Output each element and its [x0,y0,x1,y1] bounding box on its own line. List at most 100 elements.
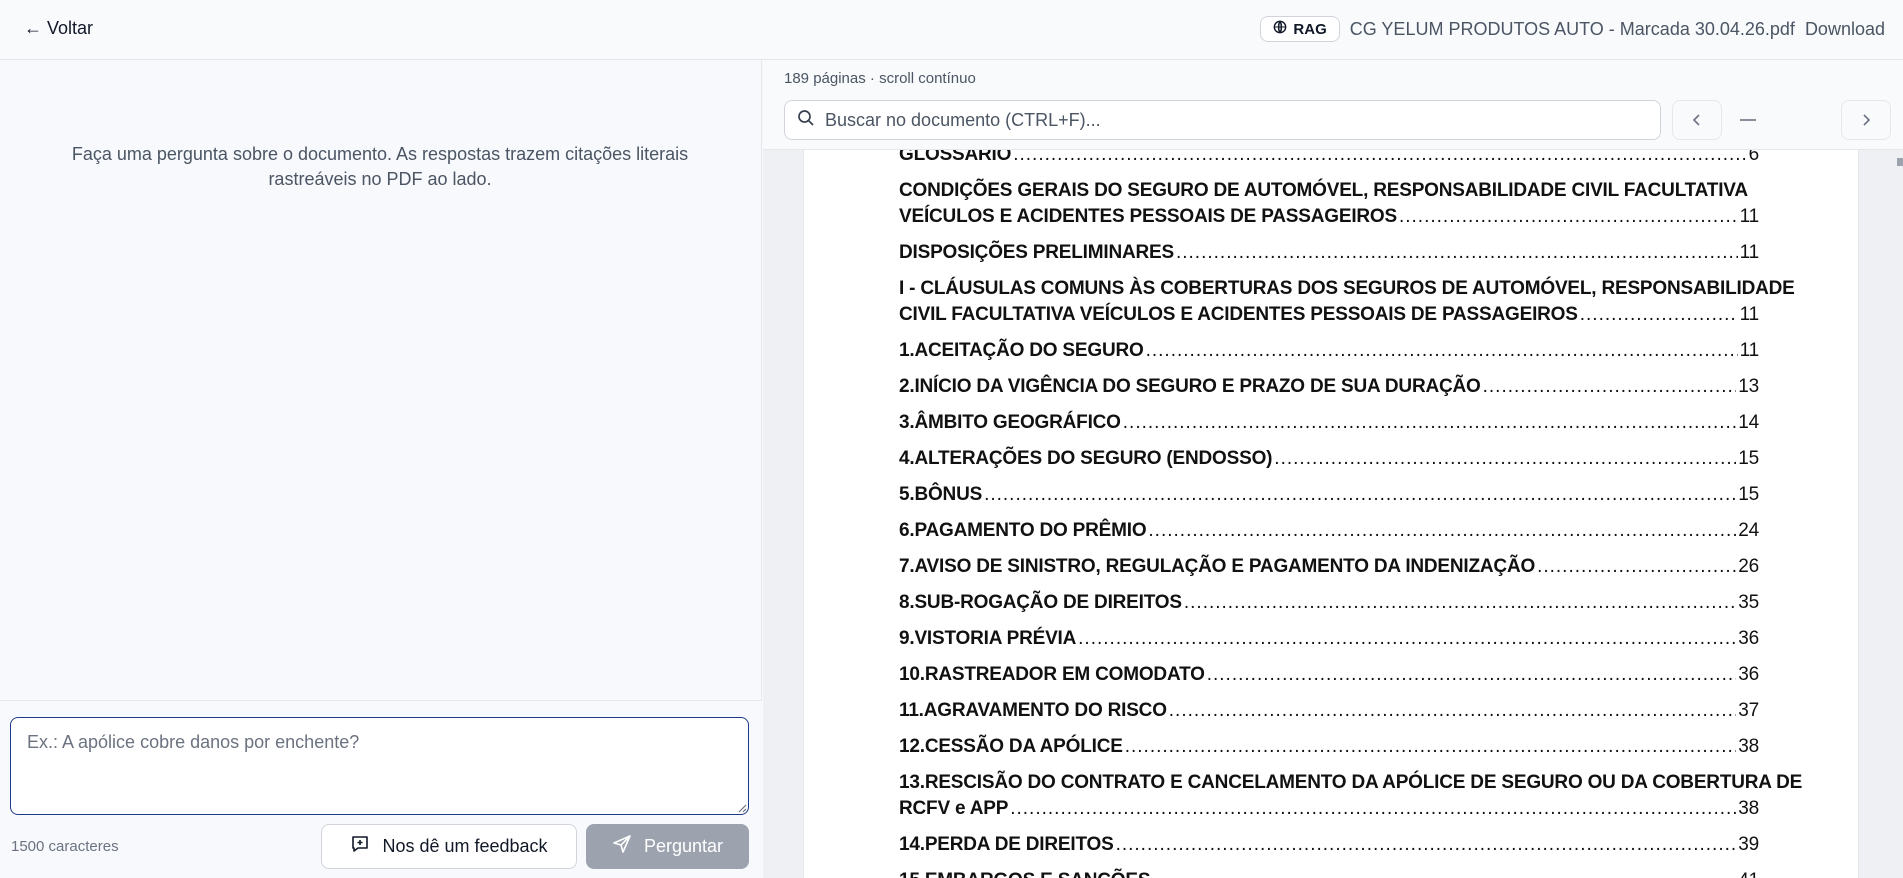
toc-page-number: 15 [1738,448,1759,469]
toc-title: 11.AGRAVAMENTO DO RISCO [899,700,1167,721]
feedback-label: Nos dê um feedback [382,836,548,856]
toc-line: 4.ALTERAÇÕES DO SEGURO (ENDOSSO) 15 [899,446,1759,472]
chat-panel: Faça uma pergunta sobre o documento. As … [0,60,762,878]
toc-leader-dots [1116,832,1737,858]
toc-leader-dots [1399,204,1738,230]
toc-entry[interactable]: 12.CESSÃO DA APÓLICE 38 [899,734,1759,760]
send-icon [612,834,632,859]
toc-line: GLOSSÁRIO 6 [899,150,1759,168]
page-info: 189 páginas · scroll contínuo [784,70,976,87]
search-input[interactable] [825,109,1645,131]
toc-page-number: 11 [1739,304,1760,325]
globe-icon [1273,20,1287,38]
toc-line: 6.PAGAMENTO DO PRÊMIO 24 [899,518,1759,544]
toc-leader-dots [1152,868,1736,878]
previous-match-button[interactable] [1672,100,1722,140]
toc-title: 1.ACEITAÇÃO DO SEGURO [899,340,1144,361]
toc-line: 9.VISTORIA PRÉVIA 36 [899,626,1759,652]
toc-line: 15.EMBARGOS E SANÇÕES 41 [899,868,1759,878]
toc-leader-dots [1207,662,1737,688]
toc-entry[interactable]: 7.AVISO DE SINISTRO, REGULAÇÃO E PAGAMEN… [899,554,1759,580]
rag-badge: RAG [1260,16,1340,42]
toc-entry[interactable]: 1.ACEITAÇÃO DO SEGURO 11 [899,338,1759,364]
message-plus-icon [350,834,370,859]
next-match-button[interactable] [1841,100,1891,140]
chat-empty-message: Faça uma pergunta sobre o documento. As … [71,144,689,189]
document-title: CG YELUM PRODUTOS AUTO - Marcada 30.04.2… [1349,18,1795,39]
toc-line: 3.ÂMBITO GEOGRÁFICO 14 [899,410,1759,436]
char-count: 1500 caracteres [11,838,119,855]
back-button[interactable]: ← Voltar [24,18,93,39]
toc-title: GLOSSÁRIO [899,150,1012,165]
zoom-out-button[interactable] [1723,100,1773,140]
scrollbar-markers[interactable] [1895,158,1903,218]
download-link[interactable]: Download [1805,19,1885,40]
toc-page-number: 38 [1738,798,1759,819]
toc-line: 8.SUB-ROGAÇÃO DE DIREITOS 35 [899,590,1759,616]
toc-entry[interactable]: 11.AGRAVAMENTO DO RISCO 37 [899,698,1759,724]
toc-entry[interactable]: 10.RASTREADOR EM COMODATO 36 [899,662,1759,688]
toc-page-number: 35 [1738,592,1759,613]
toc-entry[interactable]: 3.ÂMBITO GEOGRÁFICO 14 [899,410,1759,436]
document-header: RAG CG YELUM PRODUTOS AUTO - Marcada 30.… [1260,16,1885,42]
toc-line: 13.RESCISÃO DO CONTRATO E CANCELAMENTO D… [899,770,1802,796]
toc-line: VEÍCULOS E ACIDENTES PESSOAIS DE PASSAGE… [899,204,1759,230]
toc-line: 5.BÔNUS 15 [899,482,1759,508]
toc-page-number: 38 [1738,736,1759,757]
toc-entry[interactable]: 2.INÍCIO DA VIGÊNCIA DO SEGURO E PRAZO D… [899,374,1759,400]
toc-line: 10.RASTREADOR EM COMODATO 36 [899,662,1759,688]
toc-leader-dots [1169,698,1736,724]
toc-entry[interactable]: 14.PERDA DE DIREITOS 39 [899,832,1759,858]
feedback-button[interactable]: Nos dê um feedback [321,824,577,869]
toc-line: CIVIL FACULTATIVA VEÍCULOS E ACIDENTES P… [899,302,1759,328]
toc-title: 15.EMBARGOS E SANÇÕES [899,868,1151,878]
pdf-viewport[interactable]: GLOSSÁRIO 6 CONDIÇÕES GERAIS DO SEGURO DE … [763,150,1903,878]
minus-icon [1740,119,1756,121]
chevron-left-icon [1692,114,1700,126]
toc-title: DISPOSIÇÕES PRELIMINARES [899,242,1174,263]
toc-page-number: 13 [1738,376,1759,397]
toc-leader-dots [1078,626,1736,652]
toc-title: CONDIÇÕES GERAIS DO SEGURO DE AUTOMÓVEL,… [899,180,1748,201]
toc-entry[interactable]: 15.EMBARGOS E SANÇÕES 41 [899,868,1759,878]
toc-title: 3.ÂMBITO GEOGRÁFICO [899,412,1121,433]
toc-title: 5.BÔNUS [899,484,983,505]
toc-entry[interactable]: 5.BÔNUS 15 [899,482,1759,508]
toc-line: 11.AGRAVAMENTO DO RISCO 37 [899,698,1759,724]
toc-page-number: 11 [1739,340,1760,361]
question-input[interactable] [10,717,749,815]
toc-page-number: 37 [1738,700,1759,721]
toc-line: 7.AVISO DE SINISTRO, REGULAÇÃO E PAGAMEN… [899,554,1759,580]
toc-title: CIVIL FACULTATIVA VEÍCULOS E ACIDENTES P… [899,304,1578,325]
toc-leader-dots [1148,518,1736,544]
toc-entry[interactable]: 4.ALTERAÇÕES DO SEGURO (ENDOSSO) 15 [899,446,1759,472]
toc-title: 14.PERDA DE DIREITOS [899,834,1114,855]
pdf-page: GLOSSÁRIO 6 CONDIÇÕES GERAIS DO SEGURO DE … [803,150,1859,878]
toc-leader-dots [1184,590,1736,616]
toc-line: I - CLÁUSULAS COMUNS ÀS COBERTURAS DOS S… [899,276,1795,302]
toc-title: 7.AVISO DE SINISTRO, REGULAÇÃO E PAGAMEN… [899,556,1536,577]
toc-entry[interactable]: 9.VISTORIA PRÉVIA 36 [899,626,1759,652]
toc-line: 2.INÍCIO DA VIGÊNCIA DO SEGURO E PRAZO D… [899,374,1759,400]
toc-entry[interactable]: 6.PAGAMENTO DO PRÊMIO 24 [899,518,1759,544]
toc-entry[interactable]: GLOSSÁRIO 6 [899,150,1759,168]
pdf-panel: 189 páginas · scroll contínuo GLOSSÁRIO 6… [763,60,1903,878]
chat-composer: 1500 caracteres Nos dê um feedback Pergu… [0,700,762,878]
toc-entry[interactable]: 13.RESCISÃO DO CONTRATO E CANCELAMENTO D… [899,770,1802,822]
toc-title: 9.VISTORIA PRÉVIA [899,628,1077,649]
chevron-right-icon [1863,114,1871,126]
toc-leader-dots [1483,374,1737,400]
toc-line: 1.ACEITAÇÃO DO SEGURO 11 [899,338,1759,364]
toc-title: VEÍCULOS E ACIDENTES PESSOAIS DE PASSAGE… [899,206,1397,227]
ask-button[interactable]: Perguntar [586,824,749,869]
pdf-search[interactable] [784,100,1661,140]
toc-title: 12.CESSÃO DA APÓLICE [899,736,1123,757]
resize-grip-icon[interactable] [735,801,747,813]
toc-entry[interactable]: 8.SUB-ROGAÇÃO DE DIREITOS 35 [899,590,1759,616]
toc-leader-dots [1146,338,1738,364]
toc-leader-dots [1274,446,1736,472]
toc-leader-dots [1537,554,1736,580]
toc-entry[interactable]: I - CLÁUSULAS COMUNS ÀS COBERTURAS DOS S… [899,276,1795,328]
toc-entry[interactable]: CONDIÇÕES GERAIS DO SEGURO DE AUTOMÓVEL,… [899,178,1759,230]
toc-entry[interactable]: DISPOSIÇÕES PRELIMINARES 11 [899,240,1759,266]
